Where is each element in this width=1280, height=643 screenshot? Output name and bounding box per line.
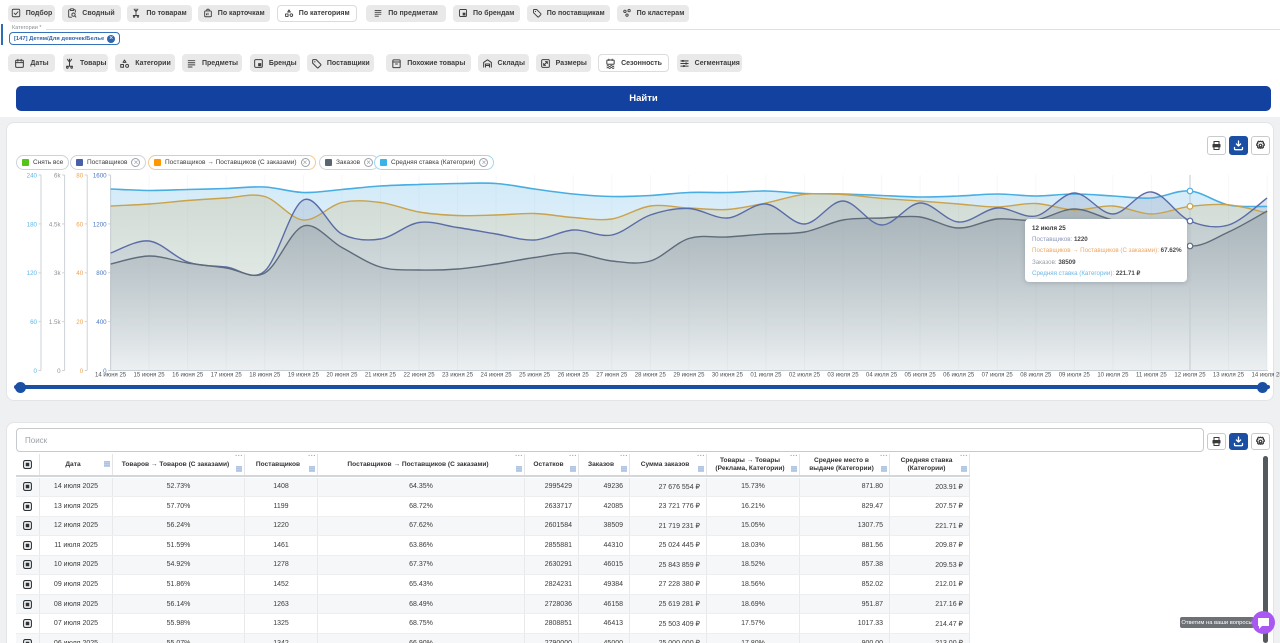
svg-text:23 июня 25: 23 июня 25 bbox=[442, 373, 474, 379]
svg-text:180: 180 bbox=[27, 221, 38, 228]
svg-text:27 июня 25: 27 июня 25 bbox=[596, 373, 628, 379]
svg-text:24 июня 25: 24 июня 25 bbox=[481, 373, 513, 379]
svg-text:26 июня 25: 26 июня 25 bbox=[558, 373, 590, 379]
svg-text:0: 0 bbox=[34, 368, 38, 375]
svg-text:0: 0 bbox=[57, 368, 61, 375]
svg-text:15 июня 25: 15 июня 25 bbox=[134, 373, 166, 379]
svg-text:17 июня 25: 17 июня 25 bbox=[211, 373, 243, 379]
svg-text:11 июля 25: 11 июля 25 bbox=[1136, 373, 1167, 379]
svg-text:04 июля 25: 04 июля 25 bbox=[866, 373, 898, 379]
svg-text:10 июля 25: 10 июля 25 bbox=[1097, 373, 1129, 379]
svg-text:03 июля 25: 03 июля 25 bbox=[827, 373, 859, 379]
svg-text:28 июня 25: 28 июня 25 bbox=[635, 373, 667, 379]
svg-text:09 июля 25: 09 июля 25 bbox=[1059, 373, 1091, 379]
svg-text:22 июня 25: 22 июня 25 bbox=[403, 373, 435, 379]
svg-text:08 июля 25: 08 июля 25 bbox=[1020, 373, 1052, 379]
svg-text:400: 400 bbox=[96, 319, 107, 326]
svg-text:06 июля 25: 06 июля 25 bbox=[943, 373, 975, 379]
svg-text:40: 40 bbox=[76, 270, 83, 277]
svg-text:21 июня 25: 21 июня 25 bbox=[365, 373, 397, 379]
svg-text:30 июня 25: 30 июня 25 bbox=[712, 373, 744, 379]
svg-text:0: 0 bbox=[80, 368, 84, 375]
svg-text:60: 60 bbox=[76, 221, 83, 228]
svg-text:20 июня 25: 20 июня 25 bbox=[326, 373, 358, 379]
svg-text:12 июля 25: 12 июля 25 bbox=[1174, 373, 1206, 379]
svg-text:01 июля 25: 01 июля 25 bbox=[750, 373, 782, 379]
svg-text:25 июня 25: 25 июня 25 bbox=[519, 373, 551, 379]
svg-text:80: 80 bbox=[76, 173, 83, 180]
svg-text:19 июня 25: 19 июня 25 bbox=[288, 373, 320, 379]
svg-text:1.5k: 1.5k bbox=[49, 319, 62, 326]
svg-text:6k: 6k bbox=[54, 173, 61, 180]
svg-text:14 июля 25: 14 июля 25 bbox=[1252, 373, 1280, 379]
svg-text:60: 60 bbox=[30, 319, 37, 326]
svg-text:16 июня 25: 16 июня 25 bbox=[172, 373, 204, 379]
svg-text:20: 20 bbox=[76, 319, 83, 326]
svg-text:800: 800 bbox=[96, 270, 107, 277]
svg-text:120: 120 bbox=[27, 270, 38, 277]
svg-text:240: 240 bbox=[27, 173, 38, 180]
svg-text:1600: 1600 bbox=[93, 173, 107, 180]
svg-text:13 июля 25: 13 июля 25 bbox=[1213, 373, 1245, 379]
svg-text:1200: 1200 bbox=[93, 221, 107, 228]
svg-text:4.5k: 4.5k bbox=[49, 221, 62, 228]
svg-text:14 июня 25: 14 июня 25 bbox=[95, 373, 127, 379]
svg-text:07 июля 25: 07 июля 25 bbox=[982, 373, 1014, 379]
svg-text:05 июля 25: 05 июля 25 bbox=[905, 373, 937, 379]
svg-text:3k: 3k bbox=[54, 270, 61, 277]
svg-text:02 июля 25: 02 июля 25 bbox=[789, 373, 821, 379]
svg-text:18 июня 25: 18 июня 25 bbox=[249, 373, 281, 379]
svg-text:29 июня 25: 29 июня 25 bbox=[673, 373, 705, 379]
